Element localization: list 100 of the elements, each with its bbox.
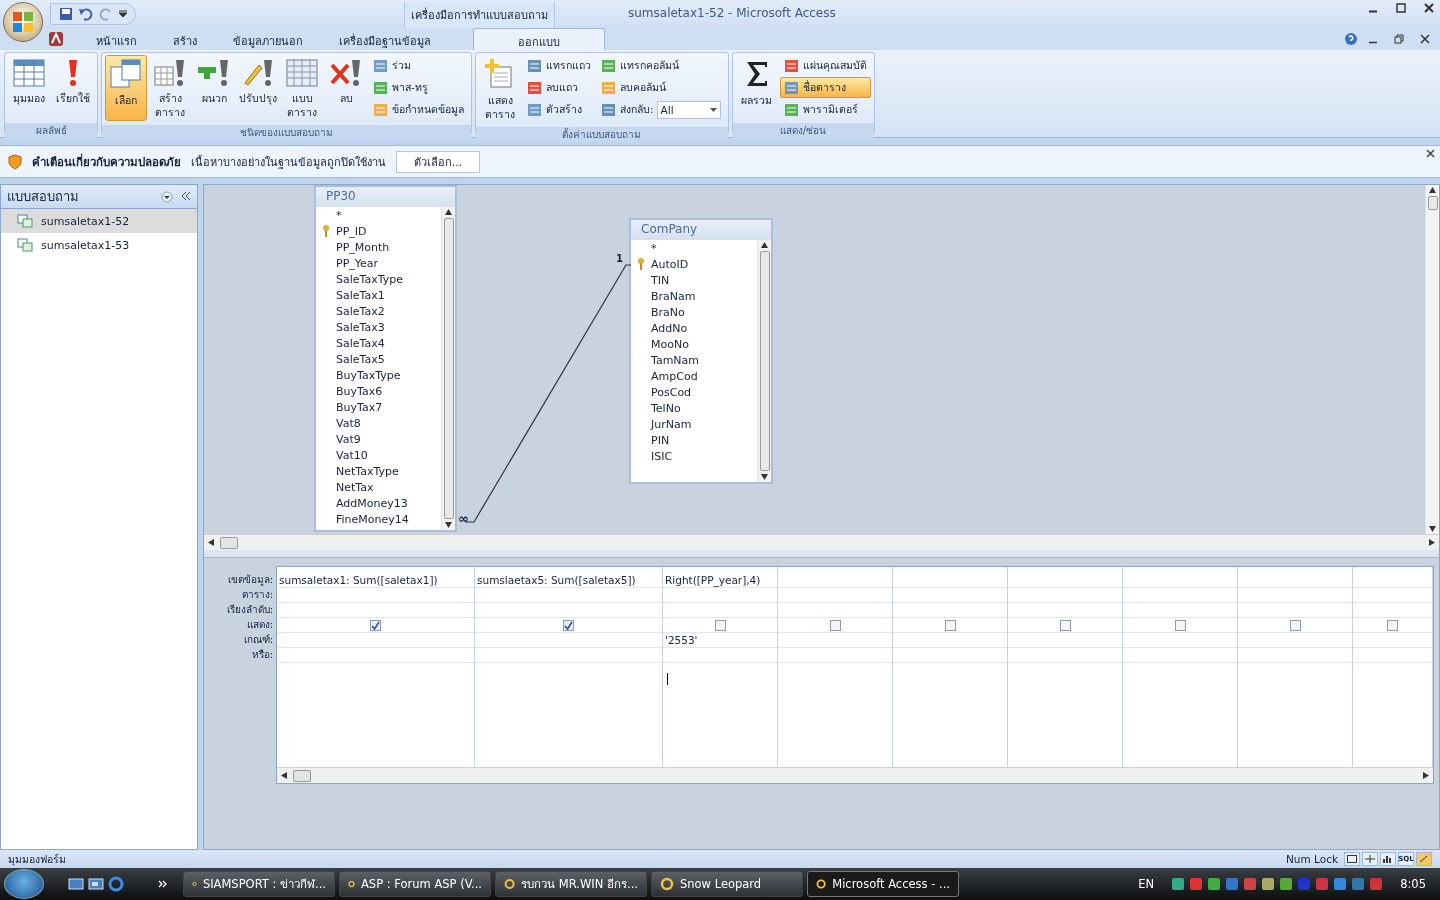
show-checkbox[interactable] <box>1059 619 1071 631</box>
field-name[interactable]: BraNo <box>651 305 685 319</box>
query-item[interactable]: sumsaletax1-52 <box>1 209 197 233</box>
field-name[interactable]: AmpCod <box>651 369 698 383</box>
ribbon-button[interactable]: ลบคอลัมน์ <box>597 77 725 98</box>
tray-icon[interactable] <box>1208 878 1221 890</box>
ribbon-button[interactable]: ลบ <box>325 55 367 121</box>
field-name[interactable]: Vat8 <box>336 416 361 430</box>
field-name[interactable]: AutoID <box>651 257 689 271</box>
ribbon-button[interactable]: เรียกใช้ <box>52 55 94 121</box>
ribbon-button[interactable]: มุมมอง <box>8 55 50 121</box>
taskbar-button[interactable]: Microsoft Access - ... <box>807 871 959 897</box>
taskbar-button[interactable]: SIAMSPORT : ข่าวกีฬ... <box>183 871 335 897</box>
ribbon-button[interactable]: ปรับปรุง <box>237 55 279 121</box>
ribbon-button[interactable]: พาส-ทรู <box>369 77 468 98</box>
return-dropdown[interactable]: All <box>656 100 721 119</box>
field-cell[interactable]: sumsaletax1: Sum([saletax1]) <box>277 573 474 588</box>
ribbon-tab[interactable]: ออกแบบ <box>473 28 605 50</box>
table-window[interactable]: PP30 * PP_ID PP_Month PP_Year SaleTaxType SaleTax1 SaleTax2 SaleTax3 SaleTax4 SaleTax5 BuyTaxType BuyTax6 BuyTax7 Vat8 Vat9 Vat10 NetTaxType NetTax AddMoney13 FineMoney14 <box>314 185 457 532</box>
ribbon-button[interactable]: ชื่อตาราง <box>779 77 871 98</box>
field-name[interactable]: FineMoney14 <box>336 512 409 526</box>
field-name[interactable]: BuyTax6 <box>336 384 383 398</box>
field-name[interactable]: SaleTax2 <box>336 304 385 318</box>
field-name[interactable]: AddMoney13 <box>336 496 408 510</box>
scrollbar[interactable] <box>441 207 455 530</box>
ribbon-tab[interactable]: สร้าง <box>159 28 211 50</box>
chart-view-button[interactable] <box>1380 852 1396 866</box>
tray-icon[interactable] <box>1172 878 1185 890</box>
scrollbar[interactable] <box>757 240 771 482</box>
field-name[interactable]: BraNam <box>651 289 696 303</box>
ribbon-button[interactable]: ผนวก <box>193 55 235 121</box>
tray-icon[interactable] <box>1370 878 1383 890</box>
scroll-thumb[interactable] <box>1427 196 1438 210</box>
scroll-thumb[interactable] <box>443 218 454 519</box>
field-name[interactable]: BuyTaxType <box>336 368 401 382</box>
show-checkbox[interactable] <box>370 619 381 631</box>
datasheet-view-button[interactable] <box>1344 852 1360 866</box>
scroll-thumb[interactable] <box>293 769 311 782</box>
show-checkbox[interactable] <box>1174 619 1186 631</box>
office-button[interactable] <box>3 2 43 42</box>
scroll-thumb[interactable] <box>759 251 770 471</box>
field-name[interactable]: NetTaxType <box>336 464 399 478</box>
scrollbar[interactable] <box>1425 185 1439 534</box>
tray-icon[interactable] <box>1334 878 1347 890</box>
ribbon-button[interactable]: แทรกแถว <box>523 55 595 76</box>
field-name[interactable]: NetTax <box>336 480 374 494</box>
ribbon-tab[interactable]: เครื่องมือฐานข้อมูล <box>325 28 445 50</box>
tray-icon[interactable] <box>1244 878 1257 890</box>
tray-icon[interactable] <box>1316 878 1329 890</box>
tray-icon[interactable] <box>1190 878 1203 890</box>
ribbon-button[interactable]: แผ่นคุณสมบัติ <box>779 55 871 76</box>
ribbon-button[interactable]: แสดง ตาราง <box>479 55 521 125</box>
field-name[interactable]: SaleTax4 <box>336 336 385 350</box>
design-view-button[interactable] <box>1416 852 1432 866</box>
field-name[interactable]: PP_Month <box>336 240 390 254</box>
ribbon-button[interactable]: ผลรวม <box>735 55 778 121</box>
ribbon-button[interactable]: เลือก <box>105 55 147 121</box>
ribbon-button[interactable]: พารามิเตอร์ <box>779 99 871 120</box>
field-name[interactable]: PP_Year <box>336 256 379 270</box>
show-checkbox[interactable] <box>944 619 956 631</box>
field-name[interactable]: SaleTax1 <box>336 288 385 302</box>
field-name[interactable]: Vat9 <box>336 432 361 446</box>
ribbon-button[interactable]: ลบแถว <box>523 77 595 98</box>
field-name[interactable]: Vat10 <box>336 448 368 462</box>
taskbar-button[interactable]: Snow Leopard <box>651 871 803 897</box>
field-name[interactable]: JurNam <box>651 417 692 431</box>
scroll-thumb[interactable] <box>220 536 238 549</box>
field-name[interactable]: SaleTax5 <box>336 352 385 366</box>
ribbon-button[interactable]: แทรกคอลัมน์ <box>597 55 725 76</box>
field-name[interactable]: TelNo <box>651 401 681 415</box>
field-cell[interactable]: sumslaetax5: Sum([saletax5]) <box>475 573 662 588</box>
ribbon-tab[interactable]: หน้าแรก <box>82 28 151 50</box>
ribbon-tab[interactable]: ข้อมูลภายนอก <box>219 28 317 50</box>
criteria-cell[interactable]: '2553' <box>663 633 777 648</box>
field-name[interactable]: SaleTax3 <box>336 320 385 334</box>
language-indicator[interactable]: EN <box>1138 877 1155 891</box>
field-name[interactable]: SaleTaxType <box>336 272 403 286</box>
taskbar-button[interactable]: รบกวน MR.WIN อีกร... <box>495 871 647 897</box>
ribbon-button[interactable]: สร้าง ตาราง <box>149 55 191 123</box>
taskbar-button[interactable]: ASP : Forum ASP (V... <box>339 871 491 897</box>
field-name[interactable]: PosCod <box>651 385 692 399</box>
scrollbar[interactable] <box>277 767 1433 783</box>
start-button[interactable] <box>4 869 44 899</box>
field-name[interactable]: * <box>336 208 342 222</box>
show-checkbox[interactable] <box>829 619 841 631</box>
options-button[interactable]: ตัวเลือก... <box>396 150 480 173</box>
field-name[interactable]: PP_ID <box>336 224 367 238</box>
tray-icon[interactable] <box>1262 878 1275 890</box>
tray-icon[interactable] <box>1226 878 1239 890</box>
ribbon-button[interactable]: ตัวสร้าง <box>523 99 595 120</box>
splitter-bar[interactable] <box>204 550 1439 558</box>
table-window[interactable]: ComPany * AutoID TIN BraNam BraNo AddNo MooNo TamNam AmpCod PosCod TelNo JurNam PIN ISIC <box>629 218 773 484</box>
field-cell[interactable]: Right([PP_year],4) <box>663 573 777 588</box>
tray-icon[interactable] <box>1352 878 1365 890</box>
field-name[interactable]: TIN <box>651 273 670 287</box>
field-name[interactable]: MooNo <box>651 337 689 351</box>
field-name[interactable]: BuyTax7 <box>336 400 383 414</box>
show-checkbox[interactable] <box>1289 619 1301 631</box>
field-name[interactable]: * <box>651 241 657 255</box>
field-name[interactable]: TamNam <box>651 353 700 367</box>
